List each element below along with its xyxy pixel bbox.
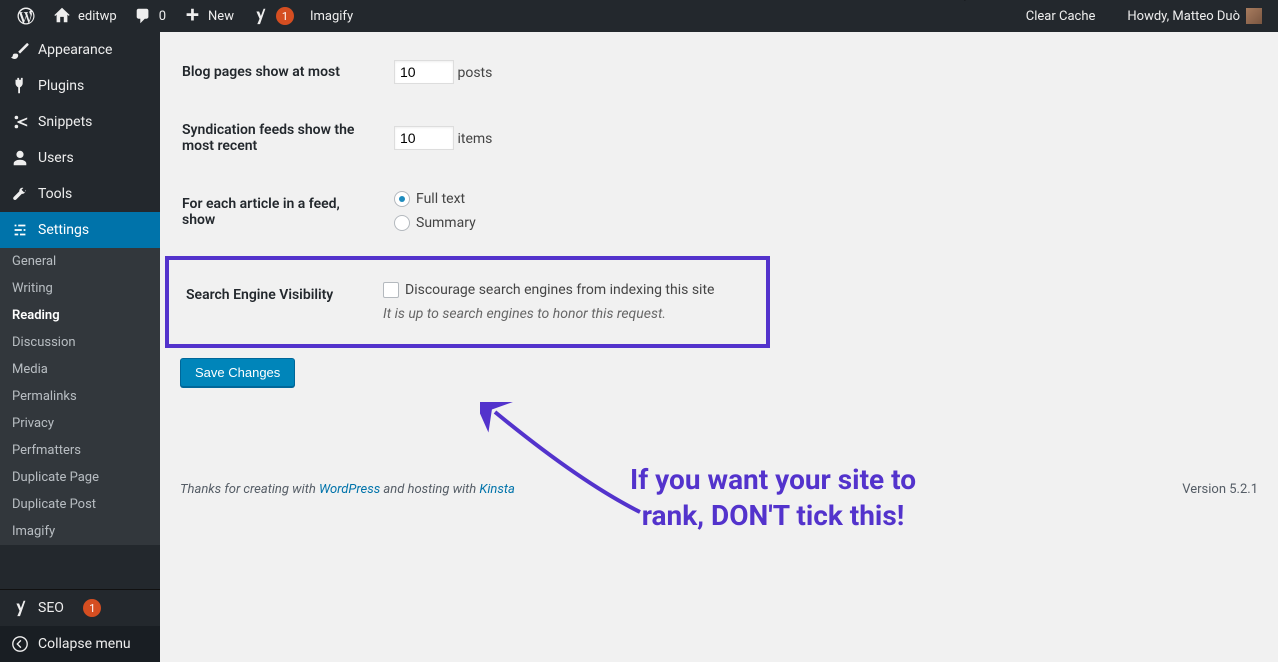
syndication-suffix: items [457, 131, 492, 147]
blog-pages-input[interactable] [394, 60, 454, 84]
yoast-button[interactable]: 1 [242, 0, 302, 32]
summary-radio[interactable] [394, 215, 410, 231]
syndication-input[interactable] [394, 126, 454, 150]
feed-article-row: For each article in a feed, show Full te… [182, 176, 1256, 254]
submenu-privacy[interactable]: Privacy [0, 410, 160, 437]
imagify-button[interactable]: Imagify [302, 0, 361, 32]
submenu-perfmatters[interactable]: Perfmatters [0, 437, 160, 464]
scissors-icon [10, 112, 30, 132]
imagify-label: Imagify [310, 9, 353, 24]
submenu-media[interactable]: Media [0, 356, 160, 383]
collapse-icon [10, 634, 30, 654]
update-badge: 1 [276, 7, 294, 25]
new-button[interactable]: New [174, 0, 242, 32]
annotation-text: If you want your site to rank, DON'T tic… [630, 462, 916, 535]
sidebar-item-appearance[interactable]: Appearance [0, 32, 160, 68]
submenu-duplicate-post[interactable]: Duplicate Post [0, 491, 160, 518]
site-name-label: editwp [78, 9, 117, 24]
sidebar-item-snippets[interactable]: Snippets [0, 104, 160, 140]
admin-bar: editwp 0 New 1 Imagify ↖ Clear Cache How… [0, 0, 1278, 32]
wp-logo-button[interactable] [8, 0, 44, 32]
admin-sidebar: Appearance Plugins Snippets Users Tools … [0, 32, 160, 662]
sidebar-item-settings[interactable]: Settings [0, 212, 160, 248]
account-button[interactable]: Howdy, Matteo Duò [1119, 0, 1270, 32]
submenu-reading[interactable]: Reading [0, 302, 160, 329]
submenu-imagify[interactable]: Imagify [0, 518, 160, 545]
version-label: Version 5.2.1 [1182, 482, 1258, 497]
user-icon [10, 148, 30, 168]
clear-cache-button[interactable]: Clear Cache [1018, 0, 1104, 32]
avatar [1246, 8, 1262, 24]
annotation-arrow [480, 402, 650, 522]
se-visibility-row: Search Engine Visibility Discourage sear… [171, 267, 764, 337]
plus-icon [182, 6, 202, 26]
submenu-discussion[interactable]: Discussion [0, 329, 160, 356]
comment-count: 0 [159, 9, 166, 24]
blog-pages-row: Blog pages show at most posts [182, 44, 1256, 100]
sidebar-item-tools[interactable]: Tools [0, 176, 160, 212]
full-text-radio[interactable] [394, 191, 410, 207]
submenu-writing[interactable]: Writing [0, 275, 160, 302]
sidebar-item-plugins[interactable]: Plugins [0, 68, 160, 104]
highlight-box: Search Engine Visibility Discourage sear… [165, 256, 770, 348]
feed-article-label: For each article in a feed, show [182, 176, 382, 254]
brush-icon [10, 40, 30, 60]
blog-pages-label: Blog pages show at most [182, 44, 382, 100]
settings-submenu: General Writing Reading Discussion Media… [0, 248, 160, 545]
wordpress-link[interactable]: WordPress [319, 482, 380, 497]
yoast-icon [250, 6, 270, 26]
new-label: New [208, 9, 234, 24]
save-button[interactable]: Save Changes [180, 358, 295, 387]
sidebar-item-users[interactable]: Users [0, 140, 160, 176]
se-visibility-label: Search Engine Visibility [171, 267, 371, 337]
comments-button[interactable]: 0 [125, 0, 174, 32]
home-icon [52, 6, 72, 26]
wordpress-icon [16, 6, 36, 26]
collapse-menu-button[interactable]: Collapse menu [0, 626, 160, 662]
syndication-row: Syndication feeds show the most recent i… [182, 102, 1256, 174]
syndication-label: Syndication feeds show the most recent [182, 102, 382, 174]
yoast-icon [10, 598, 30, 618]
plug-icon [10, 76, 30, 96]
comment-icon [133, 6, 153, 26]
submenu-permalinks[interactable]: Permalinks [0, 383, 160, 410]
discourage-checkbox[interactable] [383, 282, 399, 298]
wrench-icon [10, 184, 30, 204]
site-name-button[interactable]: editwp [44, 0, 125, 32]
cursor-icon: ↖ [955, 0, 968, 5]
sidebar-item-seo[interactable]: SEO 1 [0, 589, 160, 626]
submenu-duplicate-page[interactable]: Duplicate Page [0, 464, 160, 491]
seo-badge: 1 [83, 599, 101, 617]
submenu-general[interactable]: General [0, 248, 160, 275]
se-visibility-desc: It is up to search engines to honor this… [383, 306, 754, 322]
blog-pages-suffix: posts [457, 65, 492, 81]
content-area: Blog pages show at most posts Syndicatio… [160, 32, 1278, 662]
howdy-label: Howdy, Matteo Duò [1127, 9, 1240, 24]
sliders-icon [10, 220, 30, 240]
